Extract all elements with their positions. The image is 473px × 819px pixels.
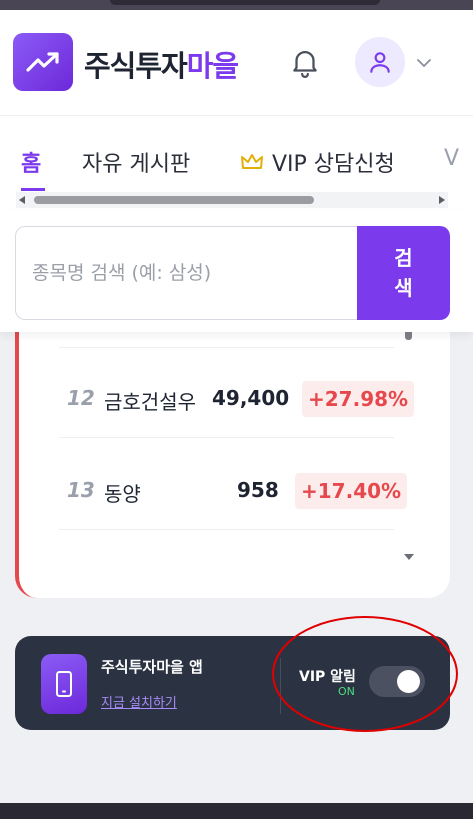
notification-button[interactable] (285, 42, 325, 82)
stock-search-input[interactable] (15, 226, 358, 320)
scroll-left-arrow[interactable] (19, 196, 25, 204)
stock-name[interactable]: 동양 (104, 478, 141, 507)
trending-up-icon (26, 52, 59, 72)
app-header: 주식투자마을 (0, 10, 473, 115)
stock-price: 958 (237, 478, 279, 502)
search-bar: 검 색 (0, 210, 473, 332)
chevron-down-icon (417, 59, 431, 67)
tab-free-board[interactable]: 자유 게시판 (82, 146, 190, 178)
stock-price: 49,400 (212, 386, 290, 410)
change-badge: +27.98% (302, 381, 415, 417)
tab-next-partial[interactable]: V (444, 146, 459, 171)
search-button[interactable]: 검 색 (357, 226, 450, 320)
crown-icon (241, 154, 263, 169)
bottom-bar (0, 803, 473, 819)
ranking-vertical-scrollbar[interactable] (403, 328, 415, 560)
brand-name-main: 주식투자 (84, 49, 188, 83)
tab-active-indicator (21, 188, 45, 191)
rank-number: 13 (67, 478, 95, 502)
tab-home[interactable]: 홈 (21, 146, 41, 178)
smartphone-icon (56, 671, 72, 697)
tab-vip-label: VIP 상담신청 (272, 152, 395, 177)
scroll-down-arrow[interactable] (404, 554, 414, 560)
profile-button[interactable] (355, 37, 405, 87)
user-icon (370, 52, 390, 73)
bell-icon (293, 51, 317, 78)
change-badge: +17.40% (295, 473, 408, 509)
nav-horizontal-scrollbar[interactable] (16, 192, 448, 208)
rank-number: 12 (67, 386, 95, 410)
rising-stocks-card: 12 금호건설우 49,400 +27.98% 13 동양 958 +17.40… (15, 300, 450, 598)
brand-name-accent: 마을 (186, 49, 239, 83)
tab-vip-consult[interactable]: VIP 상담신청 (240, 146, 395, 178)
app-icon (41, 654, 87, 714)
stock-name[interactable]: 금호건설우 (104, 386, 196, 415)
table-row[interactable]: 13 동양 958 +17.40% (59, 440, 408, 530)
search-button-label: 검 색 (394, 246, 413, 300)
profile-menu-toggle[interactable] (413, 52, 435, 74)
annotation-highlight-circle (272, 616, 458, 732)
app-banner-title: 주식투자마을 앱 (101, 658, 203, 676)
top-strip-handle (110, 0, 380, 5)
logo[interactable] (13, 33, 73, 91)
scroll-right-arrow[interactable] (439, 196, 445, 204)
table-row[interactable]: 12 금호건설우 49,400 +27.98% (59, 348, 415, 438)
scrollbar-thumb[interactable] (34, 196, 314, 204)
brand-name[interactable]: 주식투자마을 (84, 43, 239, 85)
install-app-link[interactable]: 지금 설치하기 (101, 692, 177, 711)
top-status-strip (0, 0, 473, 10)
